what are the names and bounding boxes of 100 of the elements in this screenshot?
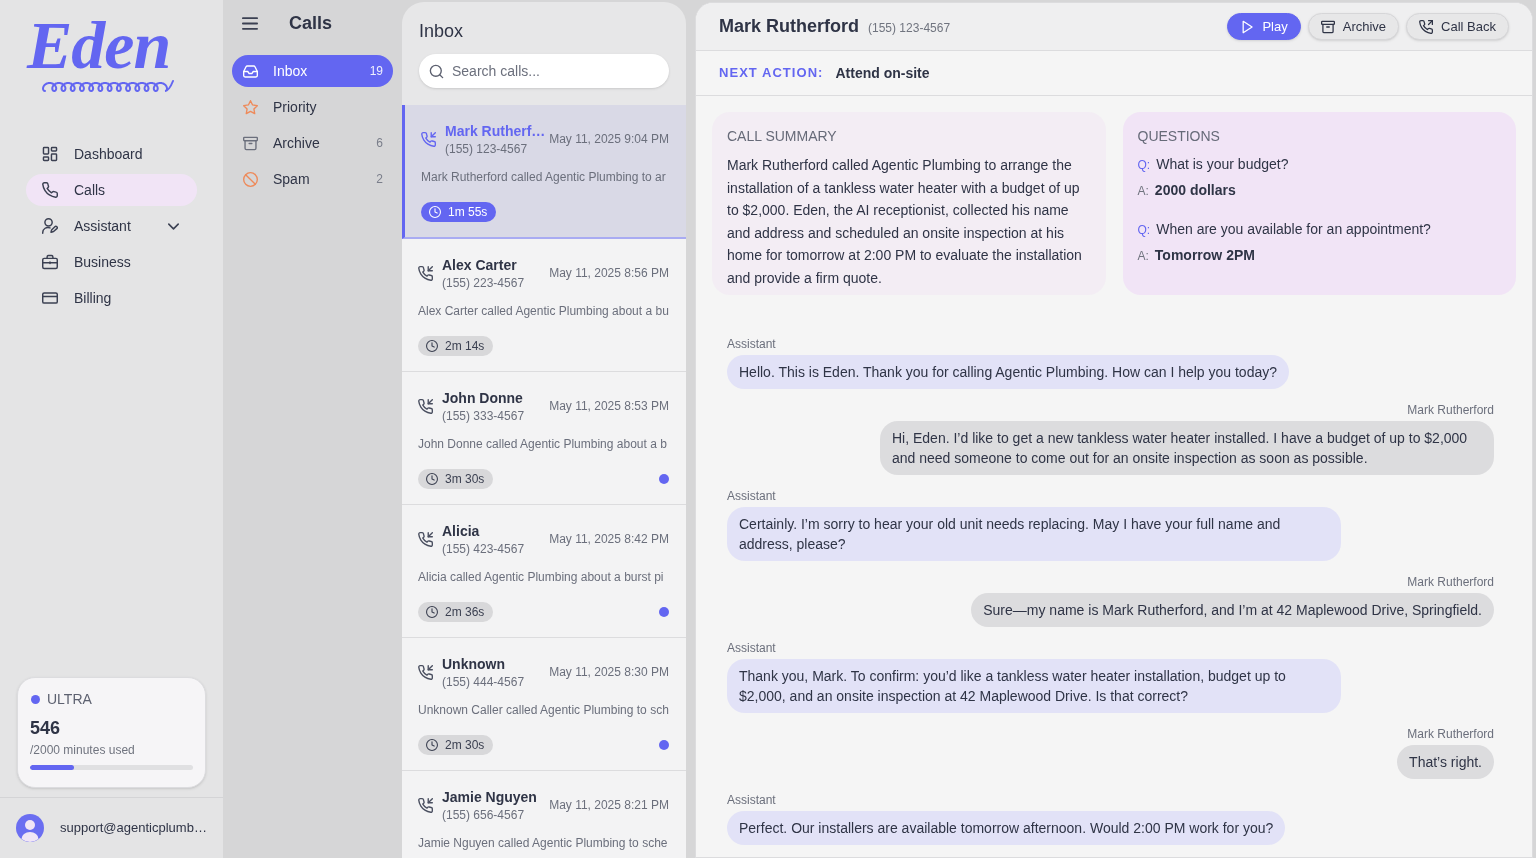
duration-text: 1m 55s (448, 204, 488, 220)
inbox-tray-icon (243, 63, 258, 79)
avatar-icon (16, 814, 44, 842)
phone-number: (155) 123-4567 (868, 20, 951, 37)
folder-count: 2 (376, 171, 383, 188)
call-preview: Unknown Caller called Agentic Plumbing to sch (418, 702, 669, 718)
phone-incoming-icon (418, 398, 433, 414)
message-bubble: Hi, Eden. I’d like to get a new tankless water heater installed. I have a budget of up to $2,000 and need someone to come out for an onsite inspection as soon as possible. (880, 421, 1494, 475)
question-text: When are you available for an appointment? (1156, 220, 1431, 239)
caller-name: Mark Rutherf… (445, 122, 544, 141)
ban-icon (243, 171, 258, 187)
logo-wordmark: Eden (27, 6, 171, 84)
caller-name: Mark Rutherford (719, 15, 859, 38)
next-action-label: NEXT ACTION: (719, 64, 824, 83)
call-date: May 11, 2025 8:42 PM (548, 531, 669, 548)
search-field[interactable]: Search calls... (419, 54, 669, 88)
star-icon (243, 99, 258, 115)
clock-icon (426, 473, 438, 485)
plan-name-label: ULTRA (47, 689, 92, 709)
summary-text: Mark Rutherford called Agentic Plumbing to arrange the installation of a tankless water heater with a budget of up to $2,000. Eden, the AI receptionist, collected his name and address and scheduled an onsite inspection at his home for tomorrow at 2:00 PM to evaluate the installation and provide a firm quote. (727, 156, 1083, 288)
caller-name: John Donne (442, 389, 524, 408)
next-action-value: Attend on-site (835, 63, 930, 83)
clock-icon (429, 206, 441, 218)
phone-number: (155) 333-4567 (442, 408, 525, 424)
duration-text: 2m 30s (445, 737, 485, 753)
folder-item[interactable]: Archive 6 (232, 127, 393, 159)
call-preview: Alex Carter called Agentic Plumbing about a bu (418, 303, 669, 319)
call-list-item[interactable]: Unknown (155) 444-4567 May 11, 2025 8:30 PM Unknown Caller called Agentic Plumbing to sch 2m 30s (402, 638, 686, 771)
nav-item[interactable]: Billing (26, 282, 197, 314)
user-email: support@agenticplumb… (60, 819, 207, 838)
archive-box-icon (1320, 19, 1335, 34)
folder-count: 6 (376, 135, 383, 152)
answer-marker: A: (1137, 248, 1149, 265)
speaker-name: Assistant (727, 793, 776, 807)
archive-button[interactable]: Archive (1307, 13, 1400, 40)
call-preview: Alicia called Agentic Plumbing about a burst pi (418, 569, 665, 585)
speaker-name: Assistant (727, 641, 776, 655)
message-bubble: Thank you, Mark. To confirm: you’d like a tankless water heater installation, budget up to $2,000, and an onsite inspection at 42 Maplewood Drive. Is that correct? (727, 659, 1341, 713)
briefcase-icon (42, 254, 58, 270)
grid-icon (42, 146, 58, 162)
call-preview: John Donne called Agentic Plumbing about a b (418, 436, 668, 452)
answer-marker: A: (1137, 183, 1149, 200)
panel-title: Inbox (418, 20, 465, 43)
minutes-used: 546 (30, 717, 62, 739)
phone-number: (155) 656-4567 (442, 807, 526, 823)
call-date: May 11, 2025 8:30 PM (548, 664, 669, 681)
question-marker: Q: (1137, 222, 1151, 239)
user-pen-icon (42, 218, 58, 234)
minutes-caption: /2000 minutes used (30, 742, 136, 758)
caller-name: Jamie Nguyen (442, 788, 537, 807)
nav-item[interactable]: Assistant (26, 210, 197, 242)
message-bubble: Hello. This is Eden. Thank you for calling Agentic Plumbing. How can I help you today? (727, 355, 1289, 389)
speaker-name: Mark Rutherford (1407, 727, 1494, 741)
card-title: CALL SUMMARY (727, 127, 838, 146)
duration-text: 3m 30s (445, 471, 485, 487)
call-date: May 11, 2025 9:04 PM (548, 131, 669, 148)
caller-name: Alicia (442, 522, 481, 541)
menu-icon[interactable] (242, 16, 258, 30)
call-back-button[interactable]: Call Back (1406, 13, 1509, 40)
phone-number: (155) 223-4567 (442, 275, 525, 291)
call-list-item[interactable]: John Donne (155) 333-4567 May 11, 2025 8:53 PM John Donne called Agentic Plumbing about a b 3m 30s (402, 372, 686, 505)
speaker-name: Mark Rutherford (1407, 575, 1494, 589)
folder-item[interactable]: Priority (232, 91, 393, 123)
card-title: QUESTIONS (1137, 127, 1221, 146)
caller-name: Alex Carter (442, 256, 518, 275)
nav-item[interactable]: Business (26, 246, 197, 278)
message-bubble: Sure—my name is Mark Rutherford, and I’m at 42 Maplewood Drive, Springfield. (971, 593, 1494, 627)
nav-item[interactable]: Calls (26, 174, 197, 206)
message-bubble: Perfect. Our installers are available tomorrow afternoon. Would 2:00 PM work for you? (727, 811, 1286, 845)
call-list-item[interactable]: Alicia (155) 423-4567 May 11, 2025 8:42 PM Alicia called Agentic Plumbing about a burst pi 2m 36s (402, 505, 686, 638)
phone-number: (155) 123-4567 (445, 141, 529, 157)
call-preview: Mark Rutherford called Agentic Plumbing to ar (421, 169, 667, 185)
status-dot-icon (31, 694, 40, 704)
message-bubble: Certainly. I’m sorry to hear your old unit needs replacing. May I have your full name and address, please? (727, 507, 1341, 561)
answer-text: 2000 dollars (1154, 181, 1236, 200)
panel-title: Calls (289, 11, 333, 35)
call-date: May 11, 2025 8:21 PM (548, 797, 669, 814)
search-icon (429, 64, 444, 79)
credit-card-icon (42, 290, 58, 306)
call-list-item[interactable]: Alex Carter (155) 223-4567 May 11, 2025 8:56 PM Alex Carter called Agentic Plumbing about a bu 2m 14s (402, 239, 686, 372)
speaker-name: Assistant (727, 489, 776, 503)
nav-item[interactable]: Dashboard (26, 138, 197, 170)
duration-text: 2m 36s (445, 604, 485, 620)
question-marker: Q: (1137, 157, 1151, 174)
caller-name: Unknown (442, 655, 506, 674)
clock-icon (426, 739, 438, 751)
play-button[interactable]: Play (1227, 13, 1301, 40)
phone-incoming-icon (418, 664, 433, 680)
folder-item[interactable]: Spam 2 (232, 163, 393, 195)
call-date: May 11, 2025 8:56 PM (548, 265, 669, 282)
speaker-name: Assistant (727, 337, 776, 351)
folder-count: 19 (369, 63, 383, 80)
speaker-name: Mark Rutherford (1407, 403, 1494, 417)
phone-incoming-icon (418, 797, 433, 813)
answer-text: Tomorrow 2PM (1154, 246, 1255, 265)
phone-outgoing-icon (1419, 19, 1434, 34)
clock-icon (426, 340, 438, 352)
folder-item[interactable]: Inbox 19 (232, 55, 393, 87)
archive-box-icon (243, 135, 258, 151)
duration-text: 2m 14s (445, 338, 485, 354)
